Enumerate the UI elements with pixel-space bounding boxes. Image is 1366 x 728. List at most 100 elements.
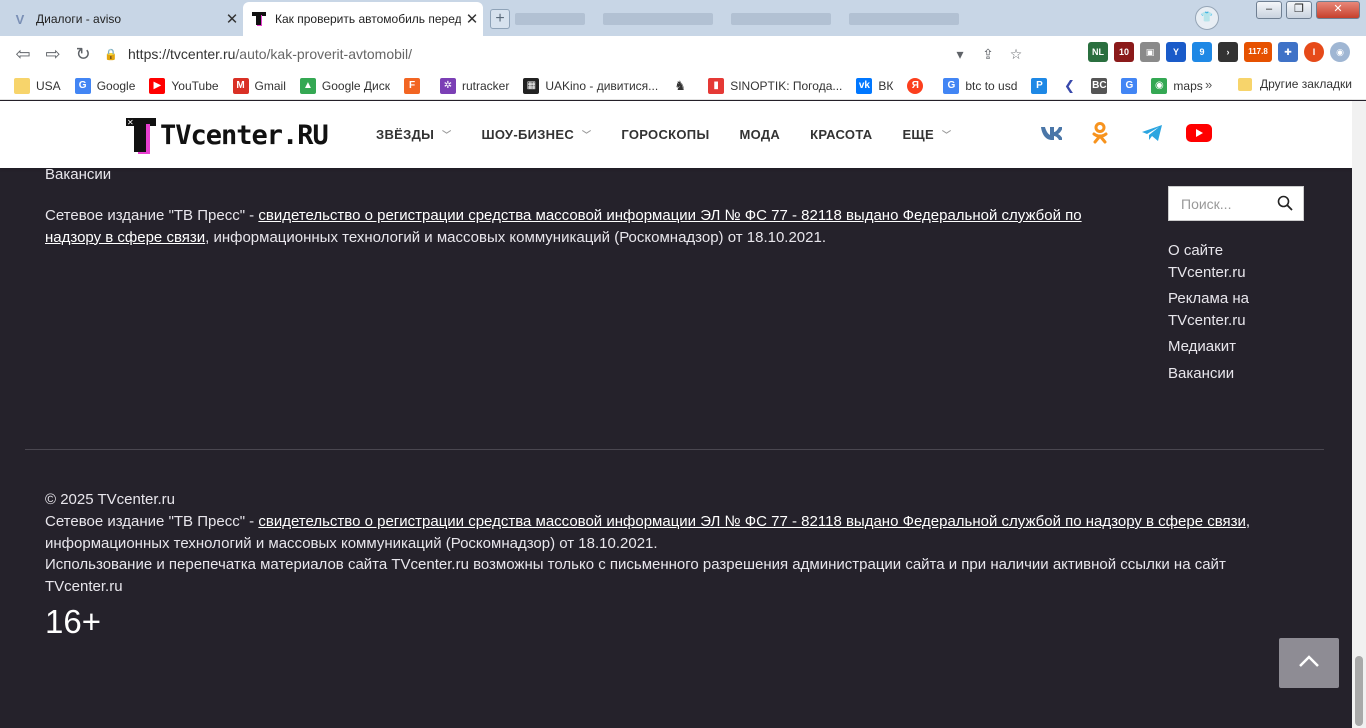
bookmark-translate[interactable]: G xyxy=(1121,77,1143,94)
globe-extension-icon[interactable]: NL xyxy=(1088,42,1108,62)
bookmarks-bar: USA G Google ▶ YouTube M Gmail ▲ Google Диск… xyxy=(0,72,1366,100)
telegram-icon[interactable] xyxy=(1140,121,1164,145)
more-bookmarks-icon[interactable]: » xyxy=(1205,77,1212,92)
map-pin-icon: ◉ xyxy=(1151,77,1168,94)
dropdown-arrow-icon[interactable]: ▾ xyxy=(946,46,974,63)
tab-aviso[interactable]: V Диалоги - aviso ✕ xyxy=(0,2,243,36)
nav-showbiz[interactable]: ШОУ-БИЗНЕС ﹀ xyxy=(481,127,591,142)
reload-icon[interactable]: ↻ xyxy=(68,44,98,65)
google-icon: G xyxy=(74,77,91,94)
bookmark-sinoptik[interactable]: ▮ SINOPTIK: Погода... xyxy=(708,77,842,94)
usage-notice: Использование и перепечатка материалов с… xyxy=(45,556,1226,595)
mediakit-link[interactable]: Медиакит xyxy=(1168,336,1328,358)
new-tab-button[interactable]: + xyxy=(490,9,510,29)
arrow-left-icon: ❮ xyxy=(1061,77,1078,94)
bookmark-star-icon[interactable]: ☆ xyxy=(1002,46,1030,63)
minimize-button[interactable]: – xyxy=(1256,1,1282,19)
svg-text:✕: ✕ xyxy=(127,118,134,127)
bookmark-vk[interactable]: vk ВК xyxy=(856,77,893,94)
bookmark-bc[interactable]: BC xyxy=(1091,77,1113,94)
google-icon: G xyxy=(943,77,960,94)
nav-fashion[interactable]: МОДА xyxy=(739,127,780,142)
bookmark-youtube[interactable]: ▶ YouTube xyxy=(149,77,219,94)
bookmark-google[interactable]: G Google xyxy=(74,77,135,94)
bookmark-chess[interactable]: ♞ xyxy=(672,77,694,94)
extensions-area: NL 10 ▣ Y 9 › 117.8 ✚ I ◉ xyxy=(1088,42,1350,62)
bc-icon: BC xyxy=(1091,77,1108,94)
briefcase-extension-icon[interactable]: ▣ xyxy=(1140,42,1160,62)
bookmark-arrow[interactable]: ❮ xyxy=(1061,77,1083,94)
close-tab-icon[interactable]: ✕ xyxy=(221,10,243,28)
bookmark-uakino[interactable]: ▦ UAKino - дивитися... xyxy=(523,77,658,94)
browser-toolbar: ⇦ ⇨ ↻ 🔒 https://tvcenter.ru/auto/kak-pro… xyxy=(0,36,1366,72)
chevron-down-icon: ﹀ xyxy=(582,130,592,140)
puzzle-icon[interactable]: ✚ xyxy=(1278,42,1298,62)
bookmark-google-drive[interactable]: ▲ Google Диск xyxy=(299,77,390,94)
chevron-down-icon: ﹀ xyxy=(941,130,952,140)
b-extension-icon[interactable]: 9 xyxy=(1192,42,1212,62)
vk-icon: vk xyxy=(856,77,873,94)
lock-icon[interactable]: 🔒 xyxy=(104,48,128,61)
close-window-button[interactable]: ✕ xyxy=(1316,1,1360,19)
other-bookmarks[interactable]: Другие закладки xyxy=(1238,77,1352,91)
youtube-icon[interactable] xyxy=(1186,121,1212,145)
maximize-button[interactable]: ❐ xyxy=(1286,1,1312,19)
vacancies-link-top[interactable]: Вакансии xyxy=(45,164,111,186)
share-icon[interactable]: ⇪ xyxy=(974,46,1002,63)
terminal-extension-icon[interactable]: › xyxy=(1218,42,1238,62)
bookmark-yandex[interactable]: Я xyxy=(907,77,929,94)
scroll-to-top-button[interactable] xyxy=(1279,638,1339,688)
address-bar[interactable]: 🔒 https://tvcenter.ru/auto/kak-proverit-… xyxy=(104,41,1030,67)
nav-beauty[interactable]: КРАСОТА xyxy=(810,127,872,142)
close-tab-icon[interactable]: ✕ xyxy=(461,10,483,28)
uakino-icon: ▦ xyxy=(523,77,540,94)
bookmark-f[interactable]: F xyxy=(404,77,426,94)
site-footer: Вакансии Сетевое издание "ТВ Пресс" - св… xyxy=(0,166,1352,728)
url-text[interactable]: https://tvcenter.ru/auto/kak-proverit-av… xyxy=(128,46,946,62)
site-header: ✕ TVcenter.RU ЗВЁЗДЫ ﹀ ШОУ-БИЗНЕС ﹀ ГОРОСК… xyxy=(0,101,1352,168)
search-input[interactable]: Поиск... xyxy=(1168,186,1304,221)
footer-divider xyxy=(25,449,1324,450)
registration-notice-bottom: Сетевое издание "ТВ Пресс" - свидетельст… xyxy=(45,513,1251,552)
nav-horoscopes[interactable]: ГОРОСКОПЫ xyxy=(621,127,709,142)
bookmark-rutracker[interactable]: ✲ rutracker xyxy=(440,77,509,94)
page-scrollbar[interactable] xyxy=(1352,101,1366,728)
footer-side-links: О сайте TVcenter.ru Реклама на TVcenter.… xyxy=(1168,240,1328,389)
scrollbar-thumb[interactable] xyxy=(1355,656,1363,726)
search-icon[interactable] xyxy=(1277,195,1293,214)
odnoklassniki-icon[interactable] xyxy=(1090,121,1110,145)
nav-more[interactable]: ЕЩЕ ﹀ xyxy=(902,127,951,142)
main-nav: ЗВЁЗДЫ ﹀ ШОУ-БИЗНЕС ﹀ ГОРОСКОПЫ МОДА КРАСО… xyxy=(376,127,981,142)
tab-tvcenter[interactable]: Как проверить автомобиль перед ✕ xyxy=(243,2,483,36)
chevron-down-icon: ﹀ xyxy=(442,130,452,140)
advertising-link[interactable]: Реклама на TVcenter.ru xyxy=(1168,288,1278,331)
menu-extension-icon[interactable]: ◉ xyxy=(1330,42,1350,62)
bookmark-p[interactable]: P xyxy=(1031,77,1053,94)
vk-icon[interactable] xyxy=(1039,121,1063,145)
forward-icon[interactable]: ⇨ xyxy=(38,44,68,65)
folder-icon xyxy=(1238,77,1252,91)
tab-title: Диалоги - aviso xyxy=(36,12,122,26)
y-extension-icon[interactable]: Y xyxy=(1166,42,1186,62)
nav-stars[interactable]: ЗВЁЗДЫ ﹀ xyxy=(376,127,451,142)
bookmark-usa[interactable]: USA xyxy=(14,77,61,94)
bookmark-btc[interactable]: Gbtc to usd xyxy=(943,77,1017,94)
vacancies-link[interactable]: Вакансии xyxy=(1168,363,1328,385)
profile-shirt-icon[interactable]: 👕 xyxy=(1195,6,1219,30)
rutracker-icon: ✲ xyxy=(440,77,456,94)
bookmark-gmail[interactable]: M Gmail xyxy=(232,77,286,94)
back-icon[interactable]: ⇦ xyxy=(8,44,38,65)
counter-extension-icon[interactable]: 117.8 xyxy=(1244,42,1272,62)
about-link[interactable]: О сайте TVcenter.ru xyxy=(1168,240,1258,283)
site-logo[interactable]: ✕ TVcenter.RU xyxy=(124,114,329,156)
logo-mark-icon: ✕ xyxy=(124,114,158,156)
drive-icon: ▲ xyxy=(299,77,316,94)
bookmark-maps[interactable]: ◉ maps xyxy=(1151,77,1203,94)
registration-link[interactable]: свидетельство о регистрации средства мас… xyxy=(258,513,1246,530)
avatar[interactable]: I xyxy=(1304,42,1324,62)
translate-icon: G xyxy=(1121,77,1138,94)
tab-title: Как проверить автомобиль перед xyxy=(275,12,461,26)
shield-extension-icon[interactable]: 10 xyxy=(1114,42,1134,62)
background-tabs xyxy=(515,8,1075,30)
window-controls: – ❐ ✕ xyxy=(1256,0,1360,20)
